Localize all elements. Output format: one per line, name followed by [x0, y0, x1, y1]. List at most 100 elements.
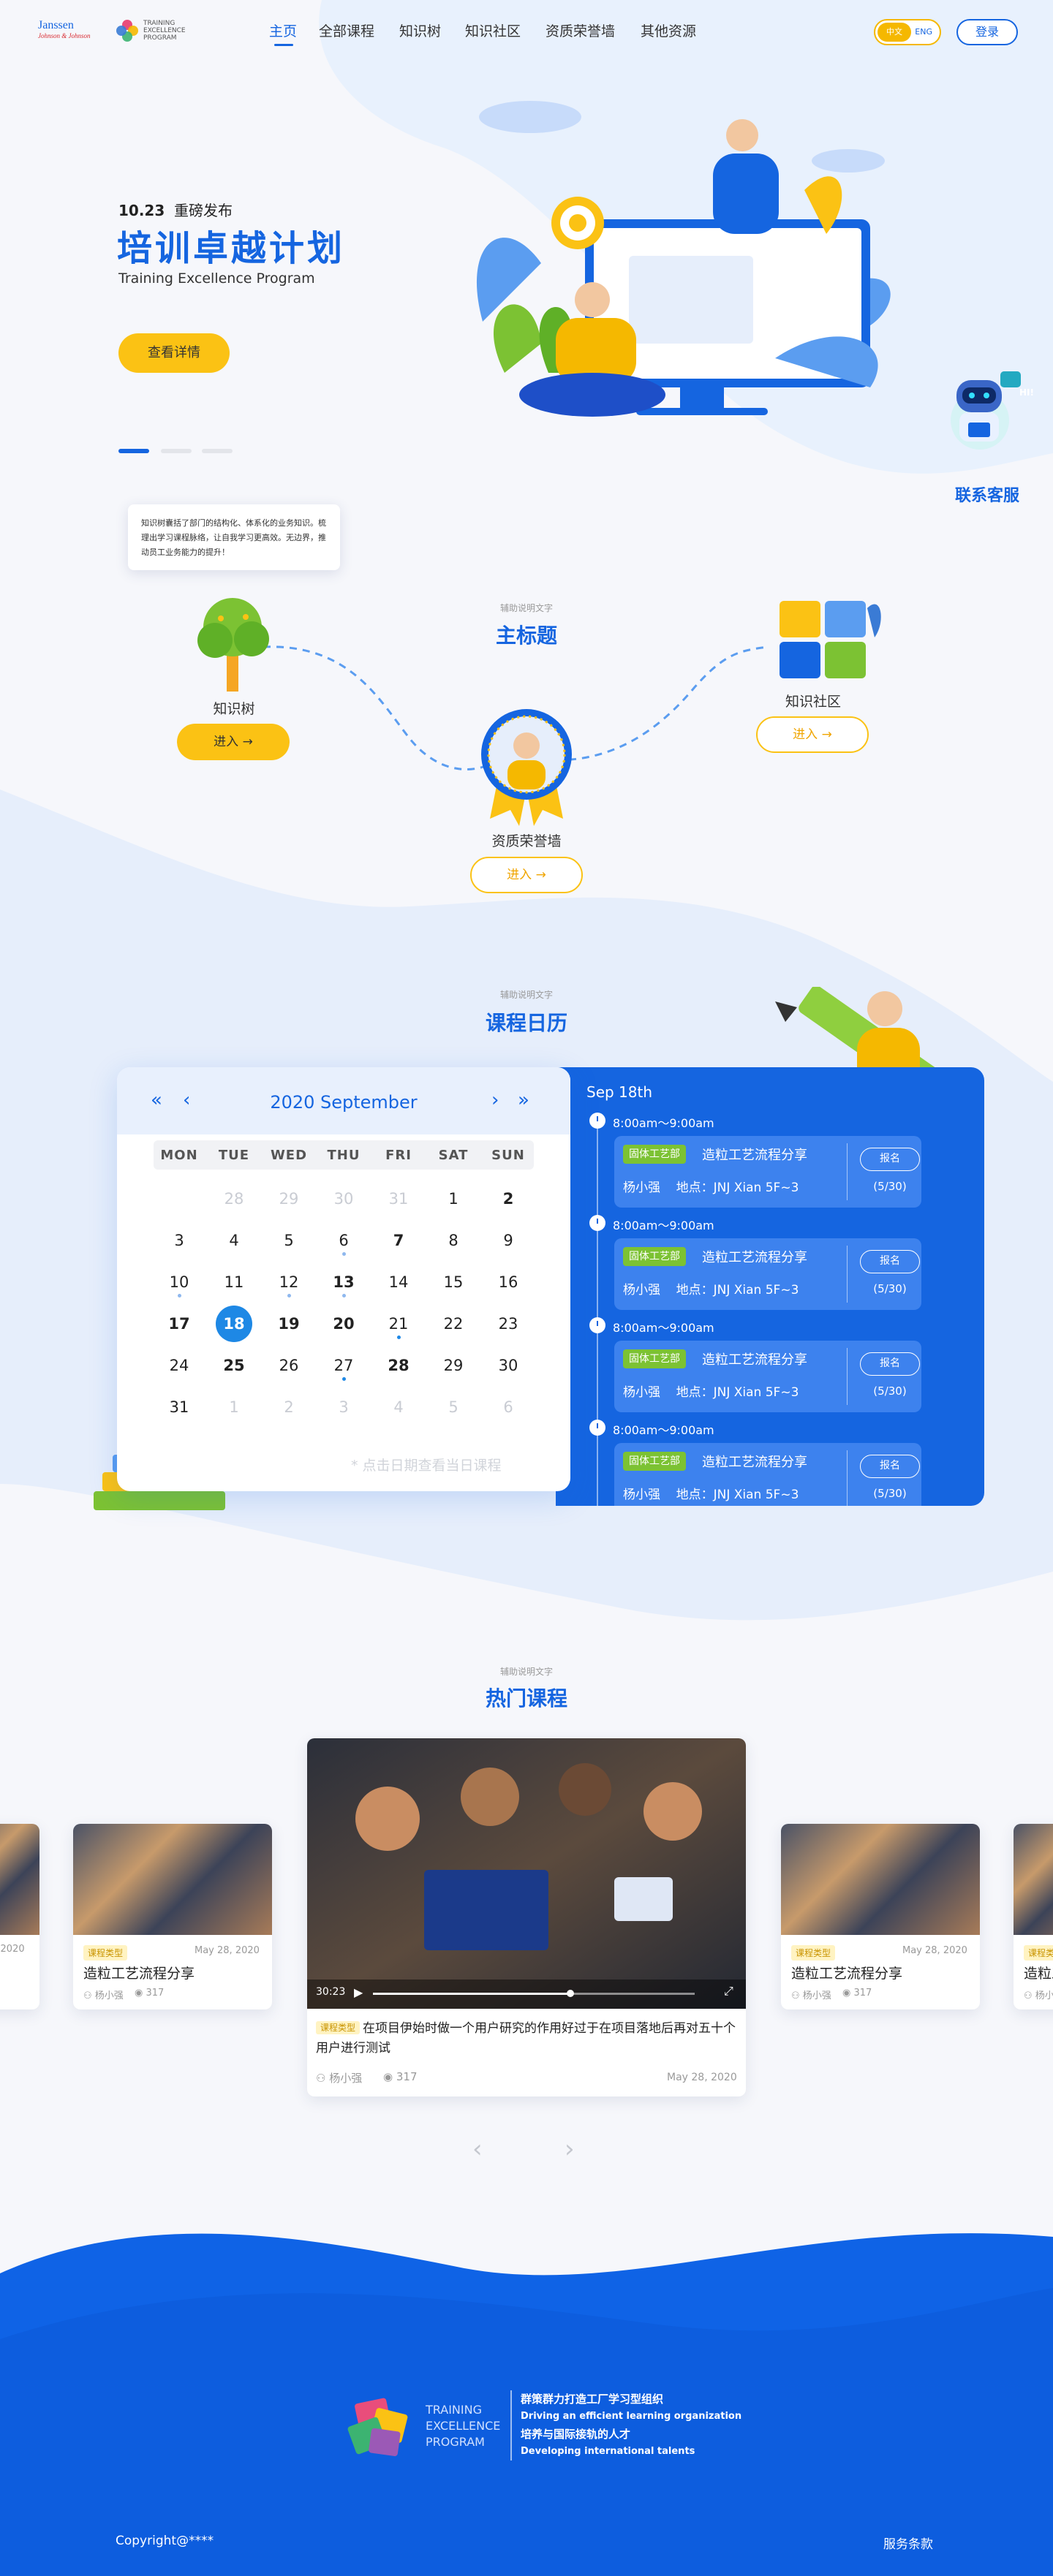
calendar-day[interactable]: 14 [380, 1264, 417, 1300]
calendar-title: 课程日历 [485, 1011, 567, 1035]
event-time: 8:00am～9:00am [613, 1219, 714, 1232]
calendar-day[interactable]: 1 [435, 1181, 472, 1217]
course-date: 8, 2020 [0, 1944, 25, 1955]
views-count: 317 [853, 1988, 872, 1999]
calendar-day[interactable]: 20 [325, 1306, 362, 1342]
course-title: 造粒工艺流程分享 [791, 1966, 903, 1982]
event-card[interactable]: 固体工艺部 造粒工艺流程分享 杨小强 地点：JNJ Xian 5F~3 报名 (5/30… [614, 1238, 921, 1310]
course-tag: 课程类型 [316, 2021, 361, 2034]
event-dot [342, 1377, 346, 1381]
play-icon[interactable]: ▶ [354, 1985, 363, 1999]
calendar-day[interactable]: 10 [161, 1264, 197, 1300]
course-author: ⚇ 杨小强 [316, 2072, 363, 2085]
event-card[interactable]: 固体工艺部 造粒工艺流程分享 杨小强 地点：JNJ Xian 5F~3 报名 (5/30… [614, 1341, 921, 1412]
featured-video-thumbnail[interactable] [307, 1738, 746, 2009]
author-name: 杨小强 [94, 1990, 124, 2001]
footer-logo-line-2: EXCELLENCE [426, 2419, 501, 2433]
calendar-day[interactable]: 12 [271, 1264, 307, 1300]
event-capacity: (5/30) [873, 1384, 907, 1398]
calendar-day[interactable]: 8 [435, 1222, 472, 1259]
course-title: 造粒工艺流程分享 [83, 1966, 195, 1982]
register-button[interactable]: 报名 [860, 1455, 920, 1478]
calendar-day[interactable]: 1 [216, 1389, 252, 1425]
calendar-day[interactable]: 22 [435, 1306, 472, 1342]
calendar-day[interactable]: 28 [216, 1181, 252, 1217]
course-card-edge-right[interactable]: 课程类 造粒工 ⚇ 杨小 [1014, 1824, 1053, 2009]
calendar-day[interactable]: 19 [271, 1306, 307, 1342]
calendar-card: « ‹ 2020 September › » MON TUE WED THU FRI SA… [117, 1067, 570, 1491]
terms-link[interactable]: 服务条款 [883, 2534, 933, 2552]
calendar-day[interactable]: 6 [325, 1222, 362, 1259]
register-button[interactable]: 报名 [860, 1250, 920, 1273]
course-card[interactable]: 课程类型 May 28, 2020 造粒工艺流程分享 ⚇ 杨小强 ◉ 317 [73, 1824, 272, 2009]
schedule-date: Sep 18th [586, 1083, 653, 1101]
calendar-day[interactable]: 31 [161, 1389, 197, 1425]
register-button[interactable]: 报名 [860, 1352, 920, 1376]
enter-knowledge-tree-button[interactable]: 进入 → [177, 724, 290, 760]
courses-title: 热门课程 [485, 1686, 567, 1711]
calendar-day[interactable]: 4 [216, 1222, 252, 1259]
calendar-day[interactable]: 5 [435, 1389, 472, 1425]
calendar-day[interactable]: 26 [271, 1347, 307, 1384]
event-card[interactable]: 固体工艺部 造粒工艺流程分享 杨小强 地点：JNJ Xian 5F~3 报名 (5/30… [614, 1443, 921, 1506]
course-card-edge-left[interactable]: 8, 2020 [0, 1824, 39, 2009]
event-location: 地点：JNJ Xian 5F~3 [676, 1488, 799, 1502]
weekday-label: MON [160, 1148, 198, 1163]
clock-icon [589, 1317, 605, 1333]
timeline-line [597, 1117, 598, 1506]
calendar-day[interactable]: 5 [271, 1222, 307, 1259]
calendar-day[interactable]: 29 [271, 1181, 307, 1217]
calendar-day[interactable]: 3 [161, 1222, 197, 1259]
calendar-day[interactable]: 28 [380, 1347, 417, 1384]
views-count: 317 [146, 1988, 165, 1999]
calendar-day[interactable]: 2 [271, 1389, 307, 1425]
calendar-day[interactable]: 29 [435, 1347, 472, 1384]
calendar-day[interactable]: 18 [216, 1306, 252, 1342]
calendar-day[interactable]: 31 [380, 1181, 417, 1217]
clock-icon [589, 1420, 605, 1436]
event-capacity: (5/30) [873, 1282, 907, 1295]
calendar-day[interactable]: 24 [161, 1347, 197, 1384]
course-date: May 28, 2020 [902, 1945, 967, 1956]
course-card[interactable]: 课程类型 May 28, 2020 造粒工艺流程分享 ⚇ 杨小强 ◉ 317 [781, 1824, 980, 2009]
courses-next-icon[interactable]: › [565, 2134, 575, 2164]
footer-logo-text: TRAINING EXCELLENCE PROGRAM [426, 2402, 500, 2450]
calendar-day[interactable]: 3 [325, 1389, 362, 1425]
calendar-day[interactable]: 30 [325, 1181, 362, 1217]
event-divider [847, 1348, 848, 1405]
calendar-day[interactable]: 17 [161, 1306, 197, 1342]
calendar-day[interactable]: 7 [380, 1222, 417, 1259]
courses-prev-icon[interactable]: ‹ [472, 2134, 483, 2164]
calendar-day[interactable]: 4 [380, 1389, 417, 1425]
calendar-day[interactable]: 9 [490, 1222, 526, 1259]
calendar-day[interactable]: 2 [490, 1181, 526, 1217]
calendar-day[interactable]: 16 [490, 1264, 526, 1300]
next-month-icon[interactable]: › [491, 1089, 499, 1111]
event-card[interactable]: 固体工艺部 造粒工艺流程分享 杨小强 地点：JNJ Xian 5F~3 报名 (5/30… [614, 1136, 921, 1208]
event-meta: 杨小强 地点：JNJ Xian 5F~3 [623, 1177, 799, 1195]
event-dot [342, 1294, 346, 1298]
calendar-day[interactable]: 27 [325, 1347, 362, 1384]
register-button[interactable]: 报名 [860, 1148, 920, 1171]
enter-community-button[interactable]: 进入 → [756, 716, 869, 753]
course-thumbnail [781, 1824, 980, 1935]
calendar-day[interactable]: 23 [490, 1306, 526, 1342]
author-name: 杨小 [1035, 1990, 1053, 2001]
fullscreen-icon[interactable]: ⤢ [724, 1984, 733, 1999]
weekday-label: THU [327, 1148, 361, 1163]
calendar-day[interactable]: 6 [490, 1389, 526, 1425]
calendar-day[interactable]: 25 [216, 1347, 252, 1384]
next-year-icon[interactable]: » [518, 1089, 529, 1111]
enter-honor-wall-button[interactable]: 进入 → [470, 857, 583, 893]
event-title: 造粒工艺流程分享 [702, 1250, 807, 1265]
calendar-day[interactable]: 21 [380, 1306, 417, 1342]
calendar-day[interactable]: 11 [216, 1264, 252, 1300]
featured-course-card[interactable]: 30:23 ▶ ⤢ 课程类型 在项目伊始时做一个用户研究的作用好过于在项目落地后再… [307, 1738, 746, 2096]
calendar-day[interactable]: 13 [325, 1264, 362, 1300]
honor-medal-icon [481, 709, 572, 826]
calendar-day[interactable]: 15 [435, 1264, 472, 1300]
calendar-day[interactable]: 30 [490, 1347, 526, 1384]
footer-logo-line-1: TRAINING [426, 2403, 482, 2417]
tree-icon [197, 598, 269, 692]
event-department-tag: 固体工艺部 [623, 1247, 686, 1266]
